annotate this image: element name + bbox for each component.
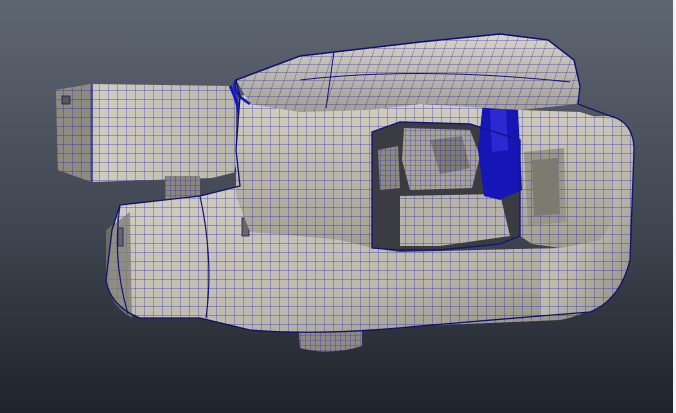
3d-viewport[interactable]: [0, 0, 676, 413]
mesh-side-plate: [524, 148, 566, 226]
mesh-left-box: [56, 84, 243, 182]
viewport-canvas[interactable]: [0, 0, 676, 413]
